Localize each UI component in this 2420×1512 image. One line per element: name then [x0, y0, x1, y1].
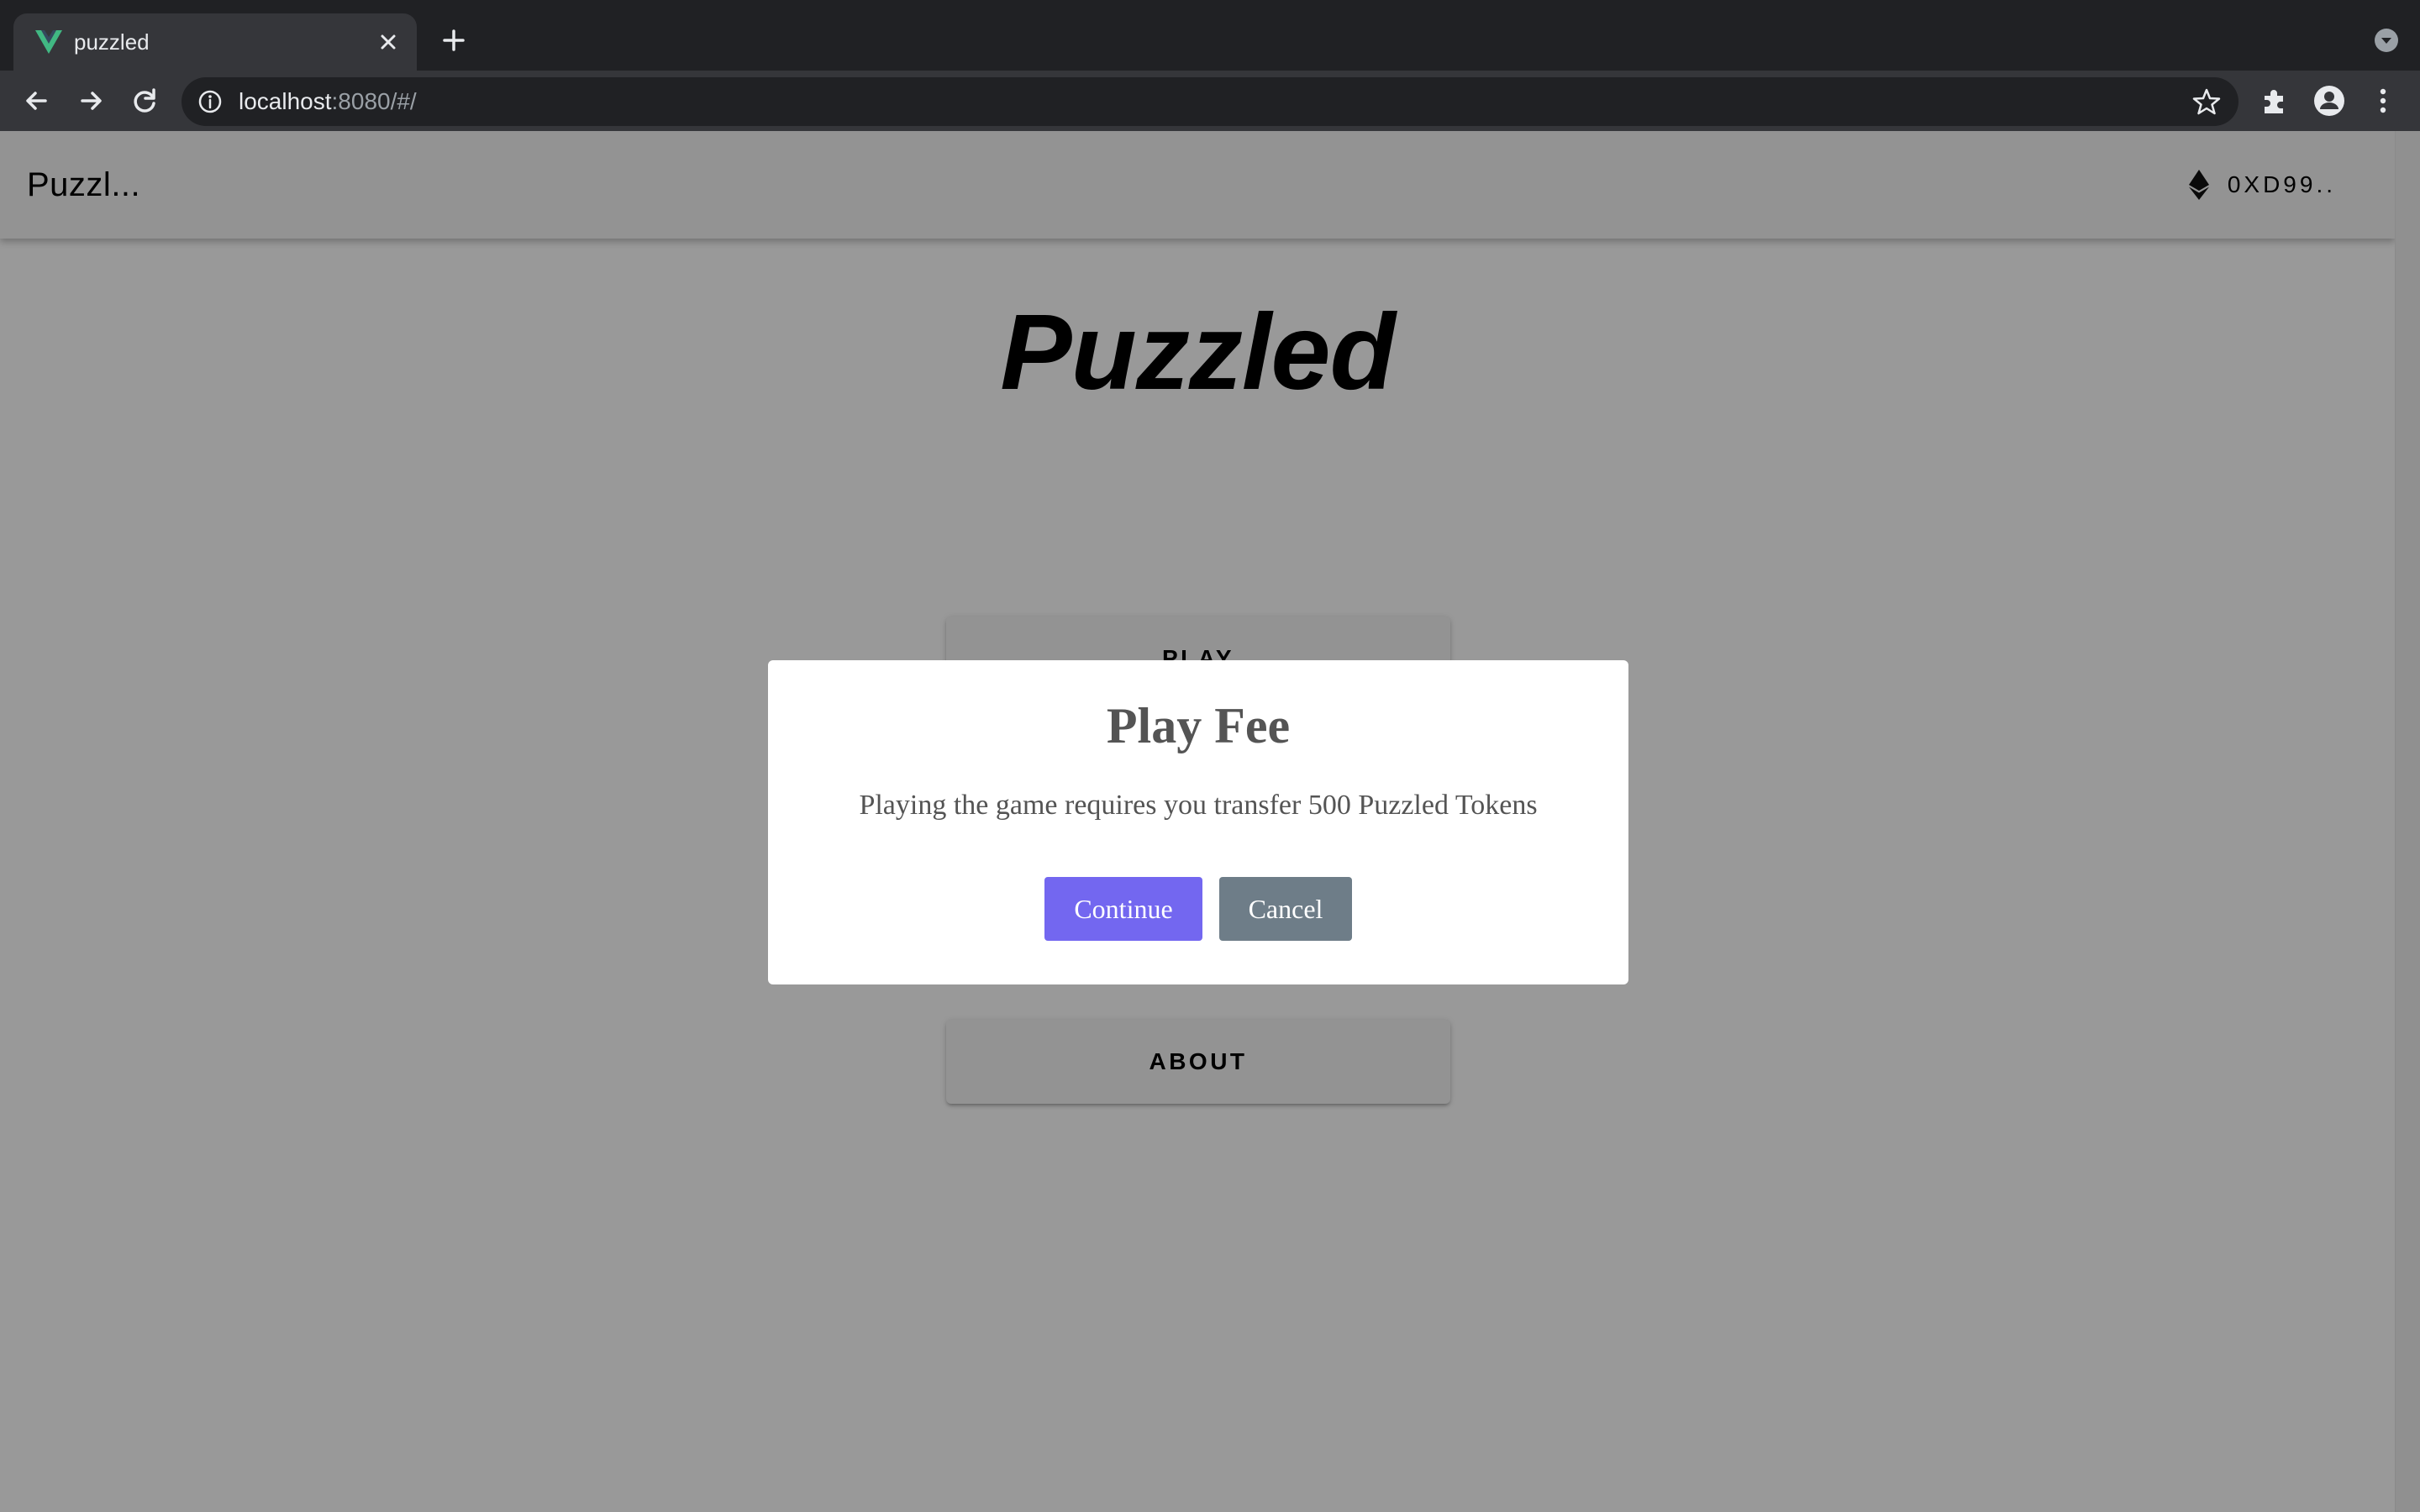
url-host: localhost — [239, 88, 332, 114]
back-arrow-icon[interactable] — [17, 81, 57, 121]
cancel-button[interactable]: Cancel — [1219, 877, 1352, 941]
browser-toolbar: localhost:8080/#/ — [0, 71, 2420, 131]
address-bar[interactable]: localhost:8080/#/ — [182, 77, 2238, 126]
tab-search-icon[interactable] — [2373, 27, 2400, 54]
new-tab-icon[interactable] — [437, 24, 471, 57]
reload-icon[interactable] — [124, 81, 165, 121]
dialog-message: Playing the game requires you transfer 5… — [859, 790, 1538, 821]
continue-button[interactable]: Continue — [1044, 877, 1202, 941]
page-viewport: Puzzl... 0XD99.. Puzzled PLAY ABOUT Play… — [0, 131, 2420, 1512]
url-text[interactable]: localhost:8080/#/ — [239, 77, 417, 126]
browser-tab[interactable]: puzzled — [13, 13, 417, 71]
dialog-actions: Continue Cancel — [768, 877, 1628, 941]
info-icon[interactable] — [197, 88, 224, 115]
url-path: :8080/#/ — [331, 88, 417, 114]
close-icon[interactable] — [375, 29, 402, 55]
profile-icon[interactable] — [2311, 82, 2348, 119]
play-fee-dialog: Play Fee Playing the game requires you t… — [768, 660, 1628, 984]
star-icon[interactable] — [2191, 87, 2222, 117]
forward-arrow-icon[interactable] — [71, 81, 111, 121]
extensions-icon[interactable] — [2257, 82, 2294, 119]
kebab-menu-icon[interactable] — [2365, 82, 2402, 119]
tab-strip: puzzled — [0, 0, 2420, 71]
vue-logo-icon — [35, 30, 62, 54]
dialog-title: Play Fee — [1106, 698, 1291, 753]
tab-title: puzzled — [74, 29, 150, 55]
